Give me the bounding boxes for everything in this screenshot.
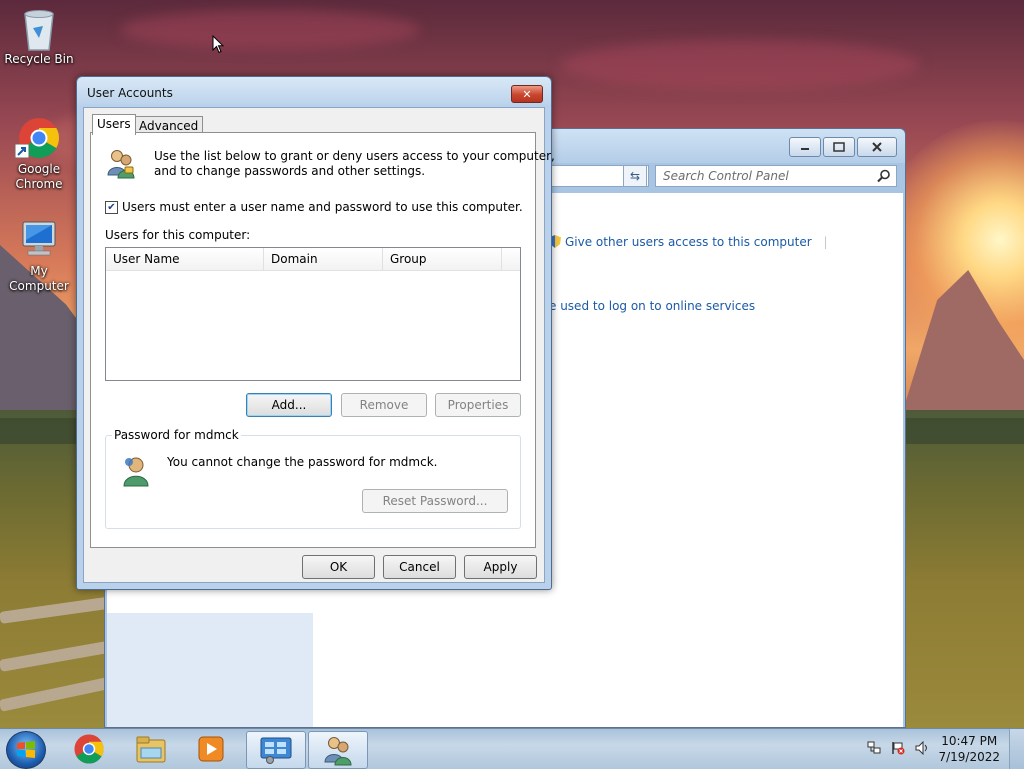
taskbar-windows-explorer[interactable] <box>122 731 180 767</box>
column-header-group[interactable]: Group <box>383 248 502 270</box>
user-accounts-icon <box>324 737 352 766</box>
search-input[interactable]: Search Control Panel <box>655 165 897 187</box>
column-header-user-name[interactable]: User Name <box>106 248 264 270</box>
taskbar-control-panel[interactable] <box>246 731 306 769</box>
desktop-icon-google-chrome[interactable]: Google Chrome <box>1 116 77 192</box>
start-button[interactable] <box>6 731 46 769</box>
cancel-button[interactable]: Cancel <box>383 555 456 579</box>
remove-button[interactable]: Remove <box>341 393 427 417</box>
online-services-link[interactable]: e used to log on to online services <box>549 299 755 313</box>
column-header-domain[interactable]: Domain <box>264 248 383 270</box>
action-center-flag-icon[interactable] <box>891 741 905 755</box>
show-desktop-button[interactable] <box>1009 729 1024 769</box>
refresh-button[interactable]: ⇆ <box>623 165 647 187</box>
add-button[interactable]: Add... <box>246 393 332 417</box>
minimize-icon <box>801 148 809 150</box>
maximize-button[interactable] <box>823 137 855 157</box>
properties-button[interactable]: Properties <box>435 393 521 417</box>
ok-button[interactable]: OK <box>302 555 375 579</box>
reset-password-button[interactable]: Reset Password... <box>362 489 508 513</box>
password-message: You cannot change the password for mdmck… <box>167 455 438 469</box>
users-list[interactable]: User Name Domain Group <box>105 247 521 381</box>
dialog-titlebar: User Accounts ✕ <box>77 77 551 105</box>
dialog-body: Users Advanced Use the list below to gra… <box>83 107 555 583</box>
taskbar-media-player[interactable] <box>182 731 240 767</box>
users-list-header: User Name Domain Group <box>106 248 520 271</box>
taskbar: 10:47 PM 7/19/2022 <box>0 728 1024 769</box>
search-placeholder: Search Control Panel <box>663 169 789 183</box>
window-controls <box>789 137 897 157</box>
users-tab-panel: Use the list below to grant or deny user… <box>90 132 555 548</box>
require-login-checkbox[interactable]: ✔ <box>105 201 118 214</box>
minimize-button[interactable] <box>789 137 821 157</box>
clock-time: 10:47 PM <box>941 734 998 748</box>
close-button[interactable]: ✕ <box>511 85 543 103</box>
apply-button[interactable]: Apply <box>464 555 537 579</box>
clock-date: 7/19/2022 <box>938 750 1000 764</box>
intro-text-line: and to change passwords and other settin… <box>154 164 426 178</box>
close-button[interactable] <box>857 137 897 157</box>
desktop-icon-label: Recycle Bin <box>4 52 74 66</box>
user-icon <box>123 457 149 487</box>
users-icon <box>107 150 135 179</box>
close-icon <box>872 142 882 152</box>
users-list-label: Users for this computer: <box>105 228 251 242</box>
windows-explorer-icon <box>136 736 166 763</box>
shortcut-arrow-icon <box>15 144 29 158</box>
user-accounts-dialog: User Accounts ✕ Users Advanced Use the l… <box>76 76 555 590</box>
close-icon: ✕ <box>522 87 532 101</box>
link-label: e used to log on to online services <box>549 299 756 313</box>
chrome-icon <box>74 734 104 764</box>
password-group: Password for mdmck You cannot change the… <box>105 428 521 529</box>
computer-icon <box>17 218 61 262</box>
mouse-cursor-icon <box>212 35 224 54</box>
maximize-icon <box>833 142 845 152</box>
desktop-icon-label: Chrome <box>15 177 63 191</box>
search-icon[interactable] <box>877 169 891 183</box>
link-separator: | <box>823 235 828 249</box>
recycle-bin-icon <box>17 6 61 51</box>
password-group-title: Password for mdmck <box>112 428 241 442</box>
desktop-icon-recycle-bin[interactable]: Recycle Bin <box>1 6 77 67</box>
link-label: Give other users access to this computer <box>565 235 812 249</box>
desktop-icon-label: Google <box>17 162 61 176</box>
cloud <box>120 10 420 50</box>
taskbar-chrome[interactable] <box>60 731 118 767</box>
system-clock[interactable]: 10:47 PM 7/19/2022 <box>938 733 1000 765</box>
require-login-label[interactable]: Users must enter a user name and passwor… <box>122 200 523 214</box>
desktop-icon-label: My Computer <box>9 264 69 293</box>
chrome-icon <box>15 116 61 160</box>
network-icon[interactable] <box>867 741 881 755</box>
dialog-title: User Accounts <box>87 86 173 100</box>
left-pane <box>107 613 313 727</box>
refresh-icon: ⇆ <box>629 169 641 183</box>
media-player-icon <box>198 736 224 762</box>
tab-users[interactable]: Users <box>92 114 136 135</box>
volume-icon[interactable] <box>915 741 929 755</box>
intro-text-line: Use the list below to grant or deny user… <box>154 149 555 163</box>
cloud <box>560 40 920 90</box>
give-access-link[interactable]: Give other users access to this computer… <box>549 235 828 249</box>
windows-logo-icon <box>17 741 35 758</box>
control-panel-icon <box>260 737 292 764</box>
checkmark-icon: ✔ <box>107 202 116 213</box>
desktop-icon-my-computer[interactable]: My Computer <box>1 218 77 294</box>
taskbar-user-accounts[interactable] <box>308 731 368 769</box>
